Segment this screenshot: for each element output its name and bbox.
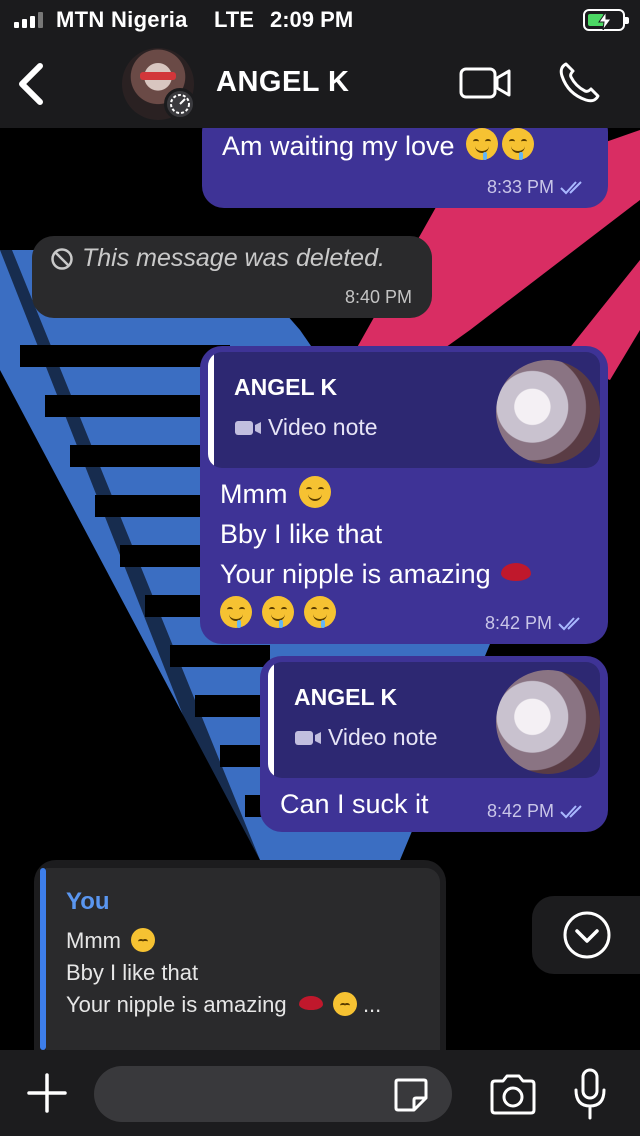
video-note-icon [235, 420, 261, 435]
message-line: Bby I like that [220, 519, 383, 549]
message-line: Your nipple is amazing [220, 559, 491, 589]
message-time: 8:33 PM [486, 177, 554, 197]
quoted-type: Video note [294, 724, 438, 751]
message-time: 8:42 PM [486, 801, 554, 821]
avatar-glasses [140, 72, 176, 80]
drooling-face-emoji [466, 128, 499, 160]
message-meta: 8:33 PM [487, 177, 586, 198]
message-meta: 8:42 PM [487, 801, 586, 822]
back-chevron-icon[interactable] [14, 62, 48, 106]
reply-line: Your nipple is amazing ... [66, 992, 381, 1018]
scroll-to-bottom-button[interactable] [532, 896, 640, 974]
kiss-mark-emoji [298, 996, 323, 1010]
battery-charging-icon [583, 9, 629, 31]
kiss-mark-emoji [500, 563, 531, 581]
chat-header: ANGEL K [0, 40, 640, 128]
carrier-name: MTN Nigeria [56, 7, 188, 32]
quoted-type-label: Video note [328, 724, 438, 750]
reply-preview[interactable]: You Mmm Bby I like that Your nipple is a… [34, 860, 446, 1050]
message-text: Mmm Bby I like that Your nipple is amazi… [220, 474, 531, 634]
video-note-icon [295, 730, 321, 745]
deleted-message-label: This message was deleted. [50, 244, 385, 273]
plus-icon[interactable] [26, 1072, 68, 1114]
quoted-author: ANGEL K [234, 374, 338, 400]
message-bubble-outgoing[interactable]: ANGEL K Video note Can I suck it 8:42 PM [260, 656, 608, 832]
video-camera-icon[interactable] [458, 64, 512, 102]
savoring-face-emoji [131, 928, 156, 952]
reply-line-text: Your nipple is amazing [66, 992, 287, 1017]
deleted-message-text: This message was deleted. [82, 244, 385, 272]
quoted-message[interactable]: ANGEL K Video note [268, 662, 600, 778]
chevron-down-circle-icon [563, 911, 611, 959]
drooling-face-emoji [332, 992, 357, 1016]
cellular-signal-icon [14, 12, 43, 28]
message-meta: 8:42 PM [485, 613, 584, 634]
drooling-face-emoji [262, 596, 294, 628]
phone-icon[interactable] [556, 60, 602, 106]
drooling-face-emoji [220, 596, 252, 628]
message-bubble-outgoing[interactable]: ANGEL K Video note Mmm Bby I like that Y… [200, 346, 608, 644]
quoted-type-label: Video note [268, 414, 378, 440]
message-meta: 8:40 PM [345, 287, 412, 308]
drooling-face-emoji [502, 128, 535, 160]
reply-author: You [66, 888, 110, 915]
reply-line: Mmm [66, 928, 156, 954]
message-time: 8:40 PM [344, 287, 412, 307]
network-type: LTE [214, 7, 254, 32]
message-text: Am waiting my love [222, 126, 535, 166]
reply-line: Bby I like that [66, 960, 199, 985]
status-time: 2:09 PM [270, 7, 354, 32]
microphone-icon[interactable] [572, 1068, 608, 1120]
reply-ellipsis: ... [362, 992, 382, 1017]
quote-accent-bar [268, 662, 274, 778]
double-check-icon [560, 804, 582, 818]
quoted-author: ANGEL K [294, 684, 398, 710]
quoted-type: Video note [234, 414, 378, 441]
video-note-thumbnail [496, 670, 600, 774]
status-bar: MTN Nigeria LTE 2:09 PM [0, 0, 640, 40]
sticker-icon[interactable] [392, 1076, 430, 1114]
message-bubble-incoming[interactable]: This message was deleted. 8:40 PM [32, 236, 432, 318]
quote-accent-bar [208, 352, 214, 468]
contact-name[interactable]: ANGEL K [216, 66, 349, 99]
video-note-thumbnail [496, 360, 600, 464]
message-text-content: Am waiting my love [222, 131, 455, 161]
quoted-message[interactable]: ANGEL K Video note [208, 352, 600, 468]
message-text: Can I suck it [280, 789, 429, 819]
prohibited-icon [51, 247, 73, 270]
reply-line-text: Mmm [66, 928, 121, 953]
drooling-face-emoji [304, 596, 336, 628]
disappearing-timer-icon [164, 88, 196, 120]
message-line: Mmm [220, 479, 288, 509]
savoring-face-emoji [299, 476, 331, 508]
camera-icon[interactable] [488, 1072, 538, 1116]
double-check-icon [560, 180, 582, 194]
double-check-icon [558, 616, 580, 630]
message-time: 8:42 PM [484, 613, 552, 633]
message-input-bar [0, 1050, 640, 1136]
